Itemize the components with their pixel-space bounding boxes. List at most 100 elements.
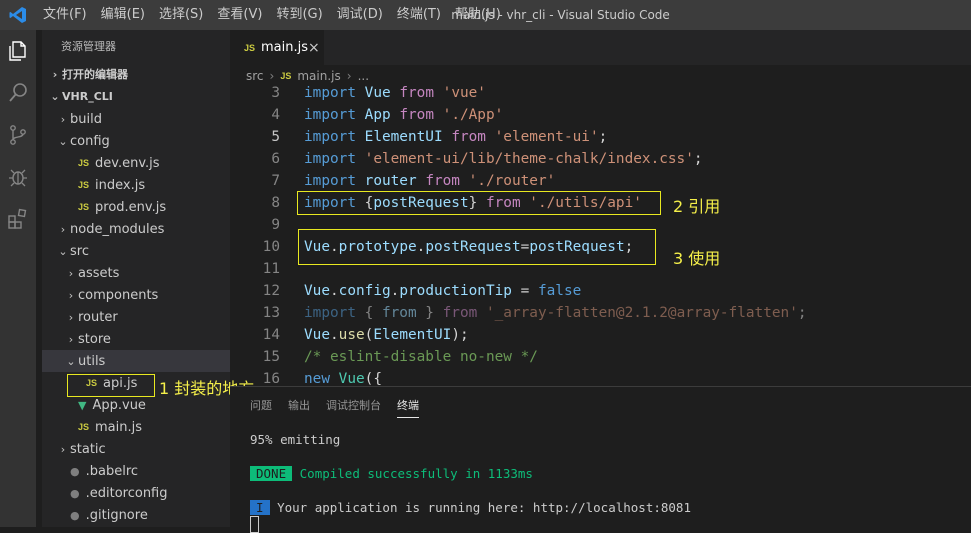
panel-tab[interactable]: 输出 [288,397,310,413]
code-token: ); [451,327,469,343]
menu-item[interactable]: 查看(V) [210,0,269,30]
chevron-right-icon: › [68,310,74,324]
tree-item-label: build [70,111,102,127]
code-token: { [355,305,382,321]
panel-tab[interactable]: 终端 [397,397,419,418]
js-file-icon: JS [78,180,90,190]
folder-item[interactable]: › components [42,284,230,306]
code-token: from [451,129,486,145]
breadcrumb-src[interactable]: src [246,69,264,83]
js-file-icon: JS [78,158,90,168]
folder-item[interactable]: ⌄ src [42,240,230,262]
code-token: use [338,327,365,343]
vscode-logo-icon[interactable] [0,0,36,30]
code-token: } [416,305,443,321]
file-item[interactable]: JS index.js [42,174,230,196]
file-item[interactable]: JS dev.env.js [42,152,230,174]
line-number: 9 [271,217,280,233]
app-url-text: Your application is running here: http:/… [277,500,691,515]
folder-item[interactable]: › store [42,328,230,350]
folder-item[interactable]: › build [42,108,230,130]
file-item[interactable]: ● .editorconfig [42,482,230,504]
folder-item[interactable]: › router [42,306,230,328]
panel-tab[interactable]: 问题 [250,397,272,413]
code-token: router [364,173,417,189]
debug-icon[interactable] [0,156,36,198]
search-icon[interactable] [0,72,36,114]
tree-item-label: .editorconfig [85,485,168,501]
extensions-icon[interactable] [0,198,36,240]
folder-item[interactable]: ⌄ config [42,130,230,152]
menu-item[interactable]: 调试(D) [330,0,390,30]
code-token: from [442,305,478,321]
file-item[interactable]: ● .babelrc [42,460,230,482]
panel-tab[interactable]: 调试控制台 [326,397,381,413]
open-editors-section[interactable]: › 打开的编辑器 [42,64,230,86]
file-tree: › build ⌄ config JS dev.env.js JS index.js JS pro… [42,108,230,526]
source-control-icon[interactable] [0,114,36,156]
project-section[interactable]: ⌄ VHR_CLI [42,86,230,108]
menu-item[interactable]: 帮助(H) [448,0,508,30]
file-item[interactable]: ● .gitignore [42,504,230,526]
folder-item[interactable]: › assets [42,262,230,284]
highlight-box-import [297,191,661,215]
chevron-down-icon: ⌄ [58,244,68,258]
code-token: Vue [304,327,330,343]
menu-item[interactable]: 终端(T) [390,0,448,30]
menu-item[interactable]: 文件(F) [36,0,94,30]
explorer-icon[interactable] [0,30,36,72]
tree-item-label: main.js [95,419,143,435]
code-token: from [381,305,417,321]
code-line: 3 import Vue from 'vue' [230,82,971,104]
tab-main-js[interactable]: JS main.js × [230,30,324,65]
tree-item-label: .babelrc [85,463,139,479]
folder-item[interactable]: › static [42,438,230,460]
folder-item[interactable]: ⌄ utils [42,350,230,372]
code-token: ; [598,129,608,145]
code-token: = [511,283,538,299]
folder-item[interactable]: › node_modules [42,218,230,240]
code-token: App [364,107,391,123]
code-token: from [399,85,434,101]
config-file-icon: ● [70,464,80,478]
js-file-icon: JS [78,422,90,432]
tree-item-label: components [78,287,159,303]
code-line: 6 import 'element-ui/lib/theme-chalk/inde… [230,148,971,170]
code-token: ({ [364,371,382,386]
annotation-3: 3 使用 [673,249,721,268]
file-item[interactable]: JS prod.env.js [42,196,230,218]
js-file-icon: JS [244,42,256,53]
line-number: 15 [262,349,280,365]
breadcrumb-file[interactable]: main.js [297,69,340,83]
code-token: import [304,173,356,189]
line-number: 6 [271,151,280,167]
menu-item[interactable]: 编辑(E) [94,0,152,30]
highlight-box-api-js [67,374,155,397]
tree-item-label: config [70,133,110,149]
highlight-box-prototype [298,229,656,265]
vue-file-icon: ▼ [78,398,87,412]
terminal[interactable]: 95% emitting DONE Compiled successfully … [230,423,971,533]
menu-item[interactable]: 转到(G) [269,0,329,30]
breadcrumb-more[interactable]: ... [358,69,369,83]
close-icon[interactable]: × [308,40,320,56]
code-token: Vue [338,371,365,386]
line-number: 5 [271,129,280,145]
line-number: 7 [271,173,280,189]
file-item[interactable]: JS main.js [42,416,230,438]
tab-label: main.js [261,40,309,55]
chevron-right-icon: › [52,68,58,81]
chevron-down-icon: ⌄ [50,90,60,103]
line-number: 8 [271,195,280,211]
code-token: ElementUI [364,129,443,145]
menu-item[interactable]: 选择(S) [152,0,210,30]
